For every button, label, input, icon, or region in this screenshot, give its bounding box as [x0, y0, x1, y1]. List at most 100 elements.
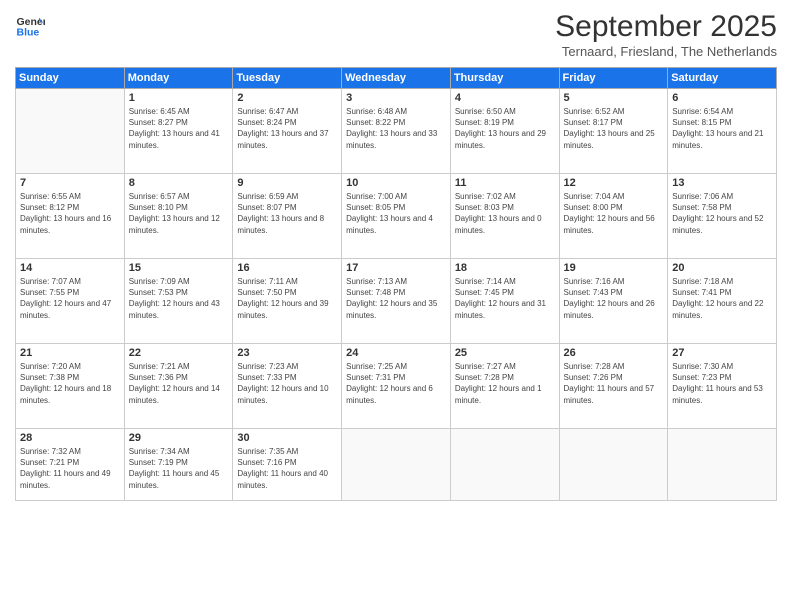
col-thursday: Thursday: [450, 68, 559, 89]
table-row: 12 Sunrise: 7:04 AMSunset: 8:00 PMDayligh…: [559, 174, 668, 259]
calendar-page: General Blue September 2025 Ternaard, Fr…: [0, 0, 792, 612]
logo: General Blue: [15, 10, 45, 40]
cell-details: Sunrise: 7:30 AMSunset: 7:23 PMDaylight:…: [672, 361, 772, 406]
table-row: 14 Sunrise: 7:07 AMSunset: 7:55 PMDayligh…: [16, 259, 125, 344]
table-row: [559, 429, 668, 501]
day-number: 30: [237, 432, 337, 444]
col-sunday: Sunday: [16, 68, 125, 89]
location-subtitle: Ternaard, Friesland, The Netherlands: [555, 44, 777, 59]
day-number: 8: [129, 177, 229, 189]
cell-details: Sunrise: 7:02 AMSunset: 8:03 PMDaylight:…: [455, 191, 555, 236]
week-row-0: 1Sunrise: 6:45 AMSunset: 8:27 PMDaylight…: [16, 89, 777, 174]
cell-details: Sunrise: 6:55 AMSunset: 8:12 PMDaylight:…: [20, 191, 120, 236]
day-number: 21: [20, 347, 120, 359]
table-row: 26 Sunrise: 7:28 AMSunset: 7:26 PMDayligh…: [559, 344, 668, 429]
day-number: 18: [455, 262, 555, 274]
table-row: 5Sunrise: 6:52 AMSunset: 8:17 PMDaylight…: [559, 89, 668, 174]
day-number: 15: [129, 262, 229, 274]
cell-details: Sunrise: 7:35 AMSunset: 7:16 PMDaylight:…: [237, 446, 337, 491]
day-number: 13: [672, 177, 772, 189]
week-row-3: 21 Sunrise: 7:20 AMSunset: 7:38 PMDayligh…: [16, 344, 777, 429]
day-number: 20: [672, 262, 772, 274]
table-row: 1Sunrise: 6:45 AMSunset: 8:27 PMDaylight…: [124, 89, 233, 174]
cell-details: Sunrise: 7:11 AMSunset: 7:50 PMDaylight:…: [237, 276, 337, 321]
cell-details: Sunrise: 7:07 AMSunset: 7:55 PMDaylight:…: [20, 276, 120, 321]
cell-details: Sunrise: 7:23 AMSunset: 7:33 PMDaylight:…: [237, 361, 337, 406]
table-row: 20 Sunrise: 7:18 AMSunset: 7:41 PMDayligh…: [668, 259, 777, 344]
cell-details: Sunrise: 6:45 AMSunset: 8:27 PMDaylight:…: [129, 106, 229, 151]
day-number: 26: [564, 347, 664, 359]
day-number: 11: [455, 177, 555, 189]
cell-details: Sunrise: 7:21 AMSunset: 7:36 PMDaylight:…: [129, 361, 229, 406]
col-friday: Friday: [559, 68, 668, 89]
day-number: 27: [672, 347, 772, 359]
cell-details: Sunrise: 7:04 AMSunset: 8:00 PMDaylight:…: [564, 191, 664, 236]
cell-details: Sunrise: 7:28 AMSunset: 7:26 PMDaylight:…: [564, 361, 664, 406]
day-number: 10: [346, 177, 446, 189]
table-row: 15 Sunrise: 7:09 AMSunset: 7:53 PMDayligh…: [124, 259, 233, 344]
table-row: [668, 429, 777, 501]
cell-details: Sunrise: 7:25 AMSunset: 7:31 PMDaylight:…: [346, 361, 446, 406]
table-row: 10 Sunrise: 7:00 AMSunset: 8:05 PMDayligh…: [342, 174, 451, 259]
cell-details: Sunrise: 7:14 AMSunset: 7:45 PMDaylight:…: [455, 276, 555, 321]
table-row: 19 Sunrise: 7:16 AMSunset: 7:43 PMDayligh…: [559, 259, 668, 344]
table-row: 11 Sunrise: 7:02 AMSunset: 8:03 PMDayligh…: [450, 174, 559, 259]
day-number: 22: [129, 347, 229, 359]
cell-details: Sunrise: 6:47 AMSunset: 8:24 PMDaylight:…: [237, 106, 337, 151]
table-row: 13 Sunrise: 7:06 AMSunset: 7:58 PMDayligh…: [668, 174, 777, 259]
table-row: 4 Sunrise: 6:50 AMSunset: 8:19 PMDaylight…: [450, 89, 559, 174]
table-row: 7 Sunrise: 6:55 AMSunset: 8:12 PMDaylight…: [16, 174, 125, 259]
day-number: 12: [564, 177, 664, 189]
cell-details: Sunrise: 7:34 AMSunset: 7:19 PMDaylight:…: [129, 446, 229, 491]
day-number: 4: [455, 92, 555, 104]
cell-details: Sunrise: 7:20 AMSunset: 7:38 PMDaylight:…: [20, 361, 120, 406]
cell-details: Sunrise: 6:59 AMSunset: 8:07 PMDaylight:…: [237, 191, 337, 236]
logo-icon: General Blue: [15, 10, 45, 40]
week-row-2: 14 Sunrise: 7:07 AMSunset: 7:55 PMDayligh…: [16, 259, 777, 344]
table-row: 8Sunrise: 6:57 AMSunset: 8:10 PMDaylight…: [124, 174, 233, 259]
table-row: 27 Sunrise: 7:30 AMSunset: 7:23 PMDayligh…: [668, 344, 777, 429]
table-row: 29 Sunrise: 7:34 AMSunset: 7:19 PMDayligh…: [124, 429, 233, 501]
day-number: 16: [237, 262, 337, 274]
day-number: 14: [20, 262, 120, 274]
day-number: 29: [129, 432, 229, 444]
col-monday: Monday: [124, 68, 233, 89]
table-row: 28 Sunrise: 7:32 AMSunset: 7:21 PMDayligh…: [16, 429, 125, 501]
cell-details: Sunrise: 7:00 AMSunset: 8:05 PMDaylight:…: [346, 191, 446, 236]
table-row: [450, 429, 559, 501]
table-row: 25 Sunrise: 7:27 AMSunset: 7:28 PMDayligh…: [450, 344, 559, 429]
day-number: 28: [20, 432, 120, 444]
day-number: 25: [455, 347, 555, 359]
table-row: 24 Sunrise: 7:25 AMSunset: 7:31 PMDayligh…: [342, 344, 451, 429]
table-row: 17Sunrise: 7:13 AMSunset: 7:48 PMDayligh…: [342, 259, 451, 344]
day-number: 3: [346, 92, 446, 104]
day-number: 23: [237, 347, 337, 359]
header-row: Sunday Monday Tuesday Wednesday Thursday…: [16, 68, 777, 89]
table-row: 3 Sunrise: 6:48 AMSunset: 8:22 PMDaylight…: [342, 89, 451, 174]
cell-details: Sunrise: 7:32 AMSunset: 7:21 PMDaylight:…: [20, 446, 120, 491]
cell-details: Sunrise: 6:52 AMSunset: 8:17 PMDaylight:…: [564, 106, 664, 151]
cell-details: Sunrise: 7:18 AMSunset: 7:41 PMDaylight:…: [672, 276, 772, 321]
day-number: 19: [564, 262, 664, 274]
cell-details: Sunrise: 6:50 AMSunset: 8:19 PMDaylight:…: [455, 106, 555, 151]
day-number: 24: [346, 347, 446, 359]
cell-details: Sunrise: 6:48 AMSunset: 8:22 PMDaylight:…: [346, 106, 446, 151]
table-row: 21 Sunrise: 7:20 AMSunset: 7:38 PMDayligh…: [16, 344, 125, 429]
col-tuesday: Tuesday: [233, 68, 342, 89]
table-row: [16, 89, 125, 174]
cell-details: Sunrise: 7:27 AMSunset: 7:28 PMDaylight:…: [455, 361, 555, 406]
header: General Blue September 2025 Ternaard, Fr…: [15, 10, 777, 59]
cell-details: Sunrise: 7:13 AMSunset: 7:48 PMDaylight:…: [346, 276, 446, 321]
table-row: 2 Sunrise: 6:47 AMSunset: 8:24 PMDaylight…: [233, 89, 342, 174]
day-number: 7: [20, 177, 120, 189]
svg-text:Blue: Blue: [17, 27, 40, 39]
table-row: 16 Sunrise: 7:11 AMSunset: 7:50 PMDayligh…: [233, 259, 342, 344]
cell-details: Sunrise: 7:16 AMSunset: 7:43 PMDaylight:…: [564, 276, 664, 321]
day-number: 9: [237, 177, 337, 189]
day-number: 2: [237, 92, 337, 104]
cell-details: Sunrise: 7:09 AMSunset: 7:53 PMDaylight:…: [129, 276, 229, 321]
month-title: September 2025: [555, 10, 777, 44]
table-row: 23 Sunrise: 7:23 AMSunset: 7:33 PMDayligh…: [233, 344, 342, 429]
cell-details: Sunrise: 7:06 AMSunset: 7:58 PMDaylight:…: [672, 191, 772, 236]
calendar-table: Sunday Monday Tuesday Wednesday Thursday…: [15, 67, 777, 501]
